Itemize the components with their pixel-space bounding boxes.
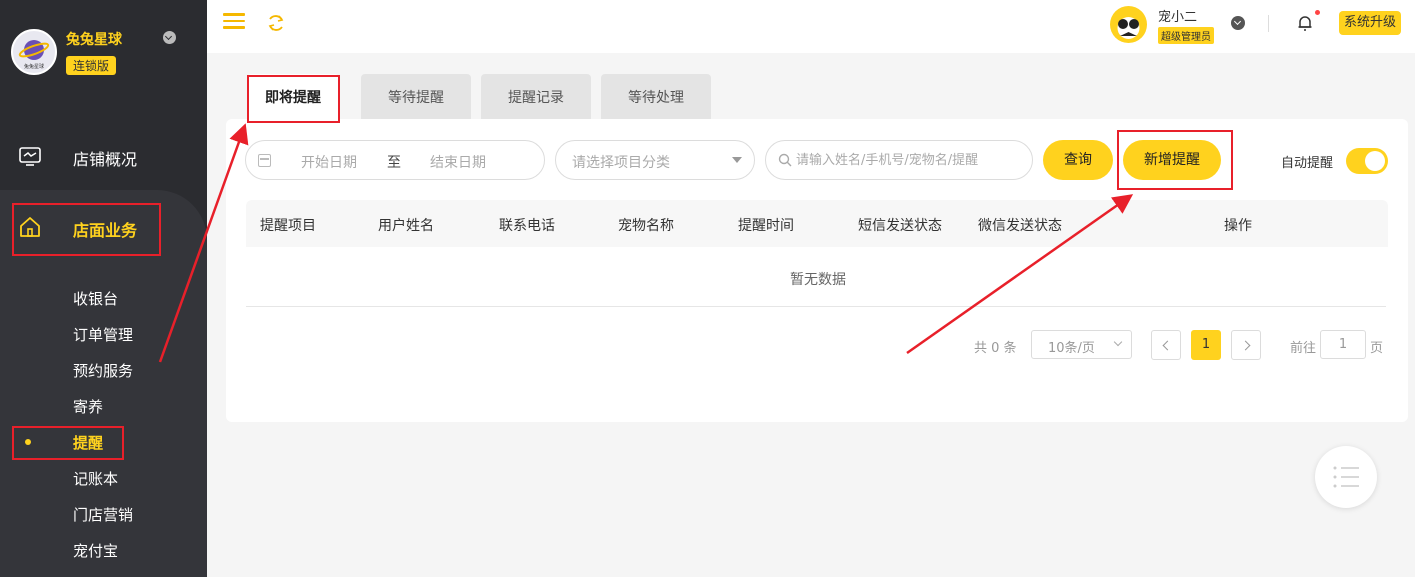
date-range-picker[interactable]: 开始日期 至 结束日期 [245, 140, 545, 180]
nav-item-store-overview[interactable]: 店铺概况 [0, 132, 207, 180]
brand-logo: 兔兔星球 [11, 29, 57, 75]
start-date-input[interactable]: 开始日期 [301, 152, 357, 172]
empty-state-text: 暂无数据 [790, 272, 846, 288]
sidebar-item-orders[interactable]: 订单管理 [73, 324, 133, 345]
user-name: 宠小二 [1158, 10, 1198, 25]
tab-reminder-records[interactable]: 提醒记录 [481, 74, 591, 120]
goto-page-input[interactable]: 1 [1320, 330, 1366, 359]
chevron-down-icon [1113, 337, 1123, 347]
auto-remind-toggle[interactable] [1346, 148, 1388, 174]
sidebar-item-cashier[interactable]: 收银台 [73, 288, 118, 309]
category-select[interactable]: 请选择项目分类 [555, 140, 755, 180]
edition-badge: 连锁版 [66, 56, 117, 75]
chevron-down-icon[interactable] [1231, 16, 1245, 30]
refresh-icon[interactable] [266, 13, 286, 33]
avatar[interactable] [1110, 6, 1147, 43]
tab-waiting-reminders[interactable]: 等待提醒 [361, 74, 471, 120]
table-header: 提醒项目 用户姓名 联系电话 宠物名称 提醒时间 短信发送状态 微信发送状态 操… [246, 200, 1388, 247]
user-role-badge: 超级管理员 [1158, 27, 1214, 44]
prev-page-button[interactable] [1151, 330, 1181, 360]
current-page[interactable]: 1 [1191, 330, 1221, 360]
system-upgrade-button[interactable]: 系统升级 [1339, 11, 1402, 35]
divider [1268, 15, 1269, 32]
column-header: 用户姓名 [378, 218, 434, 234]
column-header: 操作 [1224, 218, 1252, 234]
end-date-input[interactable]: 结束日期 [430, 152, 486, 172]
search-field[interactable] [765, 140, 1033, 180]
query-button[interactable]: 查询 [1043, 140, 1113, 180]
sidebar-item-pet-pay[interactable]: 宠付宝 [73, 540, 118, 561]
column-header: 提醒时间 [738, 218, 794, 234]
nav-label: 店铺概况 [73, 150, 138, 169]
topbar: 宠小二 超级管理员 系统升级 [207, 0, 1415, 53]
goto-label: 前往 [1290, 341, 1317, 356]
nav-label: 店面业务 [73, 221, 138, 240]
page-suffix: 页 [1370, 341, 1384, 356]
float-list-button[interactable] [1315, 446, 1377, 508]
notification-dot [1315, 10, 1320, 15]
brand-dropdown-icon[interactable] [163, 31, 176, 44]
table-empty-row: 暂无数据 [246, 247, 1386, 307]
menu-icon[interactable] [223, 13, 245, 29]
sidebar-item-reminders[interactable]: 提醒 [73, 432, 103, 453]
column-header: 短信发送状态 [858, 218, 942, 234]
brand-name: 兔兔星球 [66, 32, 122, 48]
list-icon [1333, 466, 1359, 488]
search-input[interactable] [796, 150, 1004, 170]
sidebar-item-appointments[interactable]: 预约服务 [73, 360, 133, 381]
date-separator: 至 [387, 155, 401, 171]
home-icon [20, 217, 40, 237]
category-placeholder: 请选择项目分类 [572, 155, 670, 171]
tab-pending-processing[interactable]: 等待处理 [601, 74, 711, 120]
page-size-select[interactable]: 10条/页 [1031, 330, 1132, 359]
nav-item-store-business[interactable]: 店面业务 [0, 203, 207, 251]
tab-label: 即将提醒 [265, 74, 321, 122]
monitor-icon [19, 147, 41, 166]
auto-remind-label: 自动提醒 [1281, 156, 1334, 171]
logo-text: 兔兔星球 [24, 63, 44, 70]
column-header: 微信发送状态 [978, 218, 1062, 234]
sidebar-item-boarding[interactable]: 寄养 [73, 396, 103, 417]
active-indicator-dot [25, 439, 31, 445]
bell-icon[interactable] [1297, 14, 1313, 32]
calendar-icon [258, 154, 271, 167]
search-icon [778, 153, 792, 167]
column-header: 提醒项目 [260, 218, 316, 234]
brand: 兔兔星球 兔兔星球 连锁版 [0, 0, 207, 95]
add-reminder-button[interactable]: 新增提醒 [1123, 140, 1221, 180]
caret-down-icon [732, 157, 742, 163]
tab-upcoming-reminders[interactable]: 即将提醒 [247, 74, 339, 120]
pagination-total: 共 0 条 [974, 341, 1017, 356]
column-header: 宠物名称 [618, 218, 674, 234]
sidebar: 兔兔星球 兔兔星球 连锁版 店铺概况 店面业务 收银台 订单管理 预约服务 寄养… [0, 0, 207, 577]
page-size-value: 10条/页 [1048, 341, 1095, 356]
sidebar-item-ledger[interactable]: 记账本 [73, 468, 118, 489]
column-header: 联系电话 [499, 218, 555, 234]
sidebar-item-marketing[interactable]: 门店营销 [73, 504, 133, 525]
next-page-button[interactable] [1231, 330, 1261, 360]
